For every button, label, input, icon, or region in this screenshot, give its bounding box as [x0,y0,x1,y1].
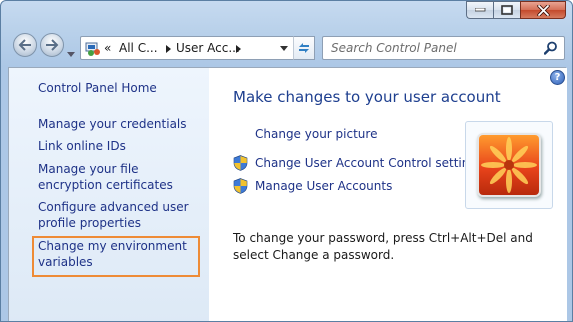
page-title: Make changes to your user account [233,88,501,106]
highlight-box [32,236,200,277]
task-manage-user-accounts[interactable]: Manage User Accounts [255,179,392,193]
flower-picture-icon [481,137,537,193]
search-icon[interactable] [544,41,558,55]
search-input[interactable]: Search Control Panel [331,41,457,55]
breadcrumb-all-control-panel[interactable]: All C... [119,41,158,55]
sidebar-link-control-panel-home[interactable]: Control Panel Home [38,80,157,96]
address-dropdown-icon[interactable] [280,46,288,51]
back-arrow-icon [18,39,31,51]
task-uac-settings[interactable]: Change User Account Control settings [255,156,483,170]
minimize-icon [474,8,485,12]
close-button[interactable] [520,1,566,19]
maximize-icon [501,5,513,15]
sidebar-link-online-ids[interactable]: Link online IDs [38,138,198,154]
sidebar-link-file-encryption[interactable]: Manage your file encryption certificates [38,161,198,193]
forward-arrow-icon [46,39,59,51]
control-panel-icon [85,42,100,56]
breadcrumb-overflow[interactable]: « [104,41,111,55]
navigation-bar: « All C... User Acc... Search Control Pa… [1,33,572,62]
user-picture [479,135,539,195]
window-controls [466,1,566,19]
maximize-button[interactable] [493,1,520,19]
uac-shield-icon [233,178,248,194]
close-icon [536,4,550,16]
control-panel-window: « All C... User Acc... Search Control Pa… [0,0,573,322]
help-icon: ? [554,72,561,83]
breadcrumb-user-accounts[interactable]: User Acc... [176,41,240,55]
user-picture-frame[interactable] [465,121,553,209]
task-change-picture[interactable]: Change your picture [255,127,377,141]
refresh-icon [299,43,309,53]
help-button[interactable]: ? [550,70,565,85]
chevron-down-icon [67,52,75,57]
password-note: To change your password, press Ctrl+Alt+… [233,231,533,262]
forward-button[interactable] [40,33,64,57]
address-bar[interactable]: « All C... User Acc... [80,36,315,60]
breadcrumb-separator-icon[interactable] [166,45,171,53]
sidebar: Control Panel Home Manage your credentia… [9,68,209,321]
uac-shield-icon [233,155,248,171]
refresh-button[interactable] [293,36,315,60]
sidebar-link-manage-credentials[interactable]: Manage your credentials [38,116,198,132]
content-area: Control Panel Home Manage your credentia… [8,67,567,321]
main-panel: Make changes to your user account Change… [209,68,567,321]
back-button[interactable] [13,33,37,57]
sidebar-link-advanced-profile[interactable]: Configure advanced user profile properti… [38,199,198,231]
minimize-button[interactable] [466,1,493,19]
breadcrumb-separator-icon[interactable] [236,45,241,53]
search-box[interactable]: Search Control Panel [322,36,565,60]
recent-pages-button[interactable] [67,43,75,62]
